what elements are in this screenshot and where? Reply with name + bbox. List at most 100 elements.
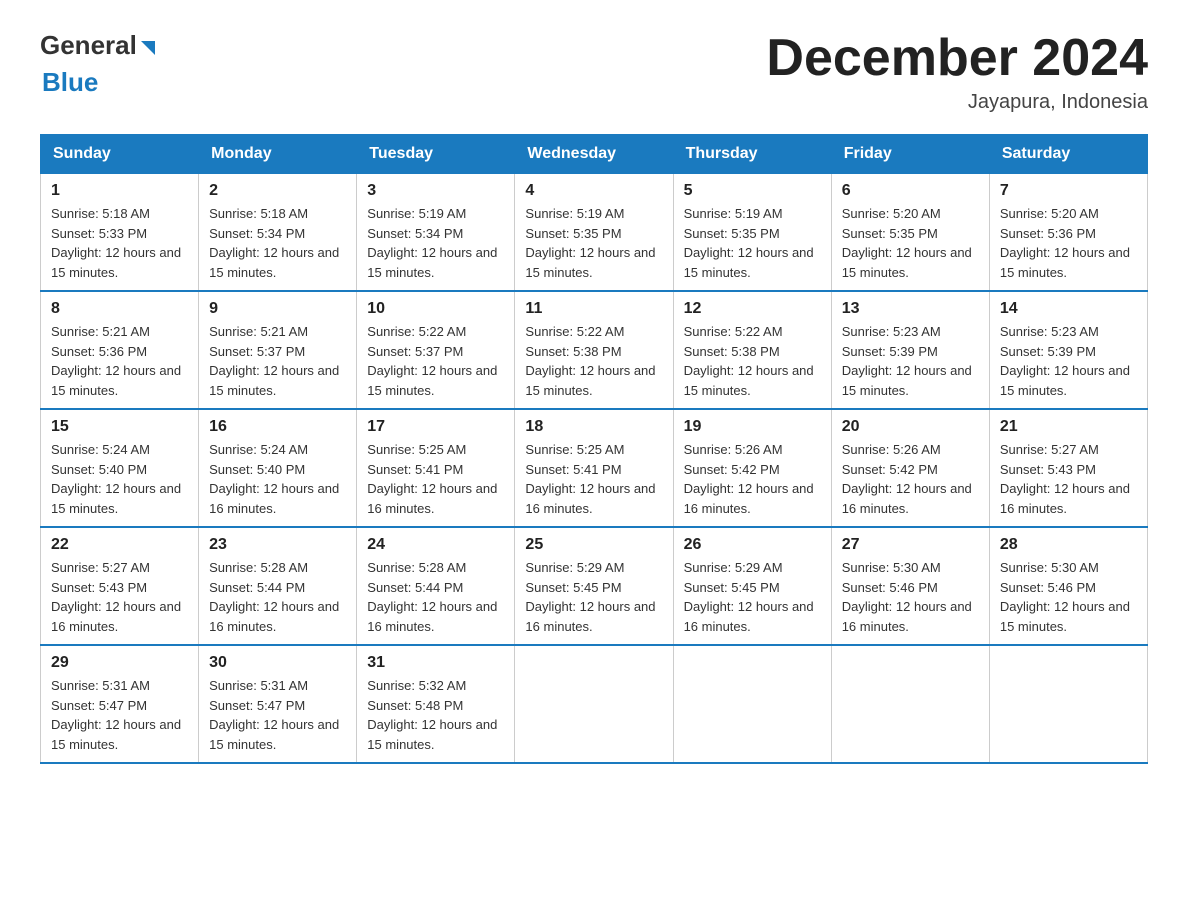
calendar-week-2: 8 Sunrise: 5:21 AMSunset: 5:36 PMDayligh… [41, 291, 1148, 409]
day-info: Sunrise: 5:19 AMSunset: 5:34 PMDaylight:… [367, 206, 497, 280]
day-number: 5 [684, 182, 821, 200]
calendar-cell: 13 Sunrise: 5:23 AMSunset: 5:39 PMDaylig… [831, 291, 989, 409]
calendar-cell: 16 Sunrise: 5:24 AMSunset: 5:40 PMDaylig… [199, 409, 357, 527]
day-info: Sunrise: 5:30 AMSunset: 5:46 PMDaylight:… [1000, 560, 1130, 634]
day-number: 10 [367, 300, 504, 318]
logo-line2: Blue [40, 67, 98, 98]
calendar-cell: 24 Sunrise: 5:28 AMSunset: 5:44 PMDaylig… [357, 527, 515, 645]
calendar-cell: 11 Sunrise: 5:22 AMSunset: 5:38 PMDaylig… [515, 291, 673, 409]
logo-text-general: General [40, 30, 137, 61]
day-info: Sunrise: 5:29 AMSunset: 5:45 PMDaylight:… [525, 560, 655, 634]
day-number: 21 [1000, 418, 1137, 436]
page-header: General Blue December 2024 Jayapura, Ind… [40, 30, 1148, 114]
calendar-week-4: 22 Sunrise: 5:27 AMSunset: 5:43 PMDaylig… [41, 527, 1148, 645]
day-info: Sunrise: 5:20 AMSunset: 5:36 PMDaylight:… [1000, 206, 1130, 280]
day-number: 6 [842, 182, 979, 200]
weekday-header-saturday: Saturday [989, 135, 1147, 174]
day-number: 7 [1000, 182, 1137, 200]
day-info: Sunrise: 5:31 AMSunset: 5:47 PMDaylight:… [209, 678, 339, 752]
day-number: 30 [209, 654, 346, 672]
weekday-header-monday: Monday [199, 135, 357, 174]
calendar-cell: 17 Sunrise: 5:25 AMSunset: 5:41 PMDaylig… [357, 409, 515, 527]
calendar-cell: 21 Sunrise: 5:27 AMSunset: 5:43 PMDaylig… [989, 409, 1147, 527]
calendar-cell: 31 Sunrise: 5:32 AMSunset: 5:48 PMDaylig… [357, 645, 515, 763]
day-number: 28 [1000, 536, 1137, 554]
day-number: 26 [684, 536, 821, 554]
day-number: 24 [367, 536, 504, 554]
calendar-cell: 23 Sunrise: 5:28 AMSunset: 5:44 PMDaylig… [199, 527, 357, 645]
day-number: 13 [842, 300, 979, 318]
day-number: 11 [525, 300, 662, 318]
calendar-cell: 12 Sunrise: 5:22 AMSunset: 5:38 PMDaylig… [673, 291, 831, 409]
calendar-cell: 20 Sunrise: 5:26 AMSunset: 5:42 PMDaylig… [831, 409, 989, 527]
calendar-cell: 22 Sunrise: 5:27 AMSunset: 5:43 PMDaylig… [41, 527, 199, 645]
day-info: Sunrise: 5:22 AMSunset: 5:38 PMDaylight:… [684, 324, 814, 398]
day-number: 18 [525, 418, 662, 436]
day-info: Sunrise: 5:21 AMSunset: 5:37 PMDaylight:… [209, 324, 339, 398]
day-info: Sunrise: 5:28 AMSunset: 5:44 PMDaylight:… [209, 560, 339, 634]
day-number: 9 [209, 300, 346, 318]
day-info: Sunrise: 5:19 AMSunset: 5:35 PMDaylight:… [525, 206, 655, 280]
calendar-cell [673, 645, 831, 763]
calendar-cell: 6 Sunrise: 5:20 AMSunset: 5:35 PMDayligh… [831, 174, 989, 292]
calendar-cell: 1 Sunrise: 5:18 AMSunset: 5:33 PMDayligh… [41, 174, 199, 292]
day-number: 8 [51, 300, 188, 318]
day-info: Sunrise: 5:23 AMSunset: 5:39 PMDaylight:… [1000, 324, 1130, 398]
day-number: 1 [51, 182, 188, 200]
day-info: Sunrise: 5:22 AMSunset: 5:37 PMDaylight:… [367, 324, 497, 398]
day-info: Sunrise: 5:20 AMSunset: 5:35 PMDaylight:… [842, 206, 972, 280]
logo-line1: General [40, 30, 155, 61]
calendar-cell: 4 Sunrise: 5:19 AMSunset: 5:35 PMDayligh… [515, 174, 673, 292]
calendar-cell: 2 Sunrise: 5:18 AMSunset: 5:34 PMDayligh… [199, 174, 357, 292]
calendar-week-5: 29 Sunrise: 5:31 AMSunset: 5:47 PMDaylig… [41, 645, 1148, 763]
day-number: 27 [842, 536, 979, 554]
weekday-header-friday: Friday [831, 135, 989, 174]
day-number: 12 [684, 300, 821, 318]
weekday-header-tuesday: Tuesday [357, 135, 515, 174]
day-number: 4 [525, 182, 662, 200]
calendar-cell [515, 645, 673, 763]
day-number: 20 [842, 418, 979, 436]
day-number: 3 [367, 182, 504, 200]
day-info: Sunrise: 5:27 AMSunset: 5:43 PMDaylight:… [51, 560, 181, 634]
day-info: Sunrise: 5:24 AMSunset: 5:40 PMDaylight:… [209, 442, 339, 516]
day-info: Sunrise: 5:24 AMSunset: 5:40 PMDaylight:… [51, 442, 181, 516]
day-number: 29 [51, 654, 188, 672]
day-info: Sunrise: 5:22 AMSunset: 5:38 PMDaylight:… [525, 324, 655, 398]
day-info: Sunrise: 5:28 AMSunset: 5:44 PMDaylight:… [367, 560, 497, 634]
day-number: 15 [51, 418, 188, 436]
calendar-cell: 30 Sunrise: 5:31 AMSunset: 5:47 PMDaylig… [199, 645, 357, 763]
calendar-cell: 18 Sunrise: 5:25 AMSunset: 5:41 PMDaylig… [515, 409, 673, 527]
calendar-cell: 28 Sunrise: 5:30 AMSunset: 5:46 PMDaylig… [989, 527, 1147, 645]
weekday-header-thursday: Thursday [673, 135, 831, 174]
calendar-cell [831, 645, 989, 763]
calendar-cell: 27 Sunrise: 5:30 AMSunset: 5:46 PMDaylig… [831, 527, 989, 645]
logo: General Blue [40, 30, 155, 98]
calendar-cell: 5 Sunrise: 5:19 AMSunset: 5:35 PMDayligh… [673, 174, 831, 292]
day-info: Sunrise: 5:27 AMSunset: 5:43 PMDaylight:… [1000, 442, 1130, 516]
location: Jayapura, Indonesia [766, 91, 1148, 114]
day-number: 17 [367, 418, 504, 436]
day-number: 23 [209, 536, 346, 554]
day-info: Sunrise: 5:25 AMSunset: 5:41 PMDaylight:… [525, 442, 655, 516]
calendar-cell: 26 Sunrise: 5:29 AMSunset: 5:45 PMDaylig… [673, 527, 831, 645]
calendar-cell: 14 Sunrise: 5:23 AMSunset: 5:39 PMDaylig… [989, 291, 1147, 409]
logo-arrow-icon [141, 41, 155, 55]
day-info: Sunrise: 5:30 AMSunset: 5:46 PMDaylight:… [842, 560, 972, 634]
day-number: 16 [209, 418, 346, 436]
month-title: December 2024 [766, 30, 1148, 87]
day-info: Sunrise: 5:18 AMSunset: 5:33 PMDaylight:… [51, 206, 181, 280]
weekday-header-sunday: Sunday [41, 135, 199, 174]
calendar-table: SundayMondayTuesdayWednesdayThursdayFrid… [40, 134, 1148, 764]
day-info: Sunrise: 5:25 AMSunset: 5:41 PMDaylight:… [367, 442, 497, 516]
calendar-cell: 3 Sunrise: 5:19 AMSunset: 5:34 PMDayligh… [357, 174, 515, 292]
day-info: Sunrise: 5:23 AMSunset: 5:39 PMDaylight:… [842, 324, 972, 398]
calendar-cell: 19 Sunrise: 5:26 AMSunset: 5:42 PMDaylig… [673, 409, 831, 527]
weekday-header-row: SundayMondayTuesdayWednesdayThursdayFrid… [41, 135, 1148, 174]
weekday-header-wednesday: Wednesday [515, 135, 673, 174]
day-info: Sunrise: 5:26 AMSunset: 5:42 PMDaylight:… [684, 442, 814, 516]
logo-text-blue: Blue [42, 67, 98, 97]
calendar-cell: 15 Sunrise: 5:24 AMSunset: 5:40 PMDaylig… [41, 409, 199, 527]
calendar-week-3: 15 Sunrise: 5:24 AMSunset: 5:40 PMDaylig… [41, 409, 1148, 527]
calendar-week-1: 1 Sunrise: 5:18 AMSunset: 5:33 PMDayligh… [41, 174, 1148, 292]
